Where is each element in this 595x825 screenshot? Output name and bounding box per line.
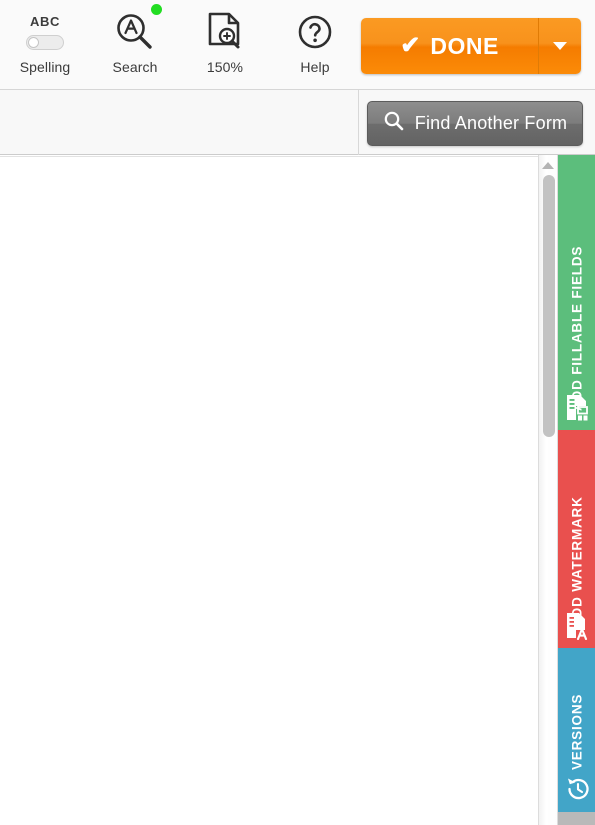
help-tool-label: Help bbox=[300, 59, 330, 75]
vertical-scrollbar[interactable] bbox=[538, 155, 558, 825]
panel-add-watermark[interactable]: ADD WATERMARK bbox=[558, 430, 595, 648]
document-zoom-icon bbox=[205, 10, 245, 54]
spelling-toggle-switch[interactable] bbox=[26, 34, 64, 50]
panel-versions-label: VERSIONS bbox=[569, 693, 584, 770]
chevron-down-icon bbox=[553, 42, 567, 50]
search-tool-button[interactable]: Search bbox=[90, 0, 180, 90]
done-button-label: DONE bbox=[430, 32, 499, 59]
document-canvas[interactable] bbox=[0, 156, 538, 825]
panel-add-watermark-label: ADD WATERMARK bbox=[569, 496, 584, 628]
zoom-level-label: 150% bbox=[206, 59, 244, 75]
main-toolbar: ABC Spelling Search 150% Help ✔ DONE bbox=[0, 0, 595, 90]
search-tool-label: Search bbox=[112, 59, 158, 75]
panel-add-fillable-fields[interactable]: ADD FILLABLE FIELDS bbox=[558, 155, 595, 430]
toggle-knob bbox=[28, 36, 39, 48]
panel-versions[interactable]: VERSIONS bbox=[558, 648, 595, 812]
editor-window: ABC Spelling Search 150% Help ✔ DONE Fin… bbox=[0, 0, 595, 825]
chevron-up-icon[interactable] bbox=[542, 162, 554, 169]
help-tool-button[interactable]: Help bbox=[270, 0, 360, 90]
find-another-form-button[interactable]: Find Another Form bbox=[367, 101, 583, 146]
panel-add-fillable-fields-label: ADD FILLABLE FIELDS bbox=[569, 245, 584, 411]
scrollbar-thumb[interactable] bbox=[543, 175, 555, 437]
abc-label: ABC bbox=[30, 13, 60, 29]
search-icon bbox=[383, 110, 405, 137]
question-circle-icon bbox=[294, 10, 336, 54]
toolbar-divider bbox=[358, 90, 359, 155]
clock-history-icon bbox=[565, 776, 589, 804]
spelling-tool-button[interactable]: ABC Spelling bbox=[0, 0, 90, 90]
panel-strip-footer bbox=[558, 812, 595, 825]
checkmark-icon: ✔ bbox=[400, 32, 421, 59]
document-letter-a-icon bbox=[565, 612, 589, 641]
zoom-tool-button[interactable]: 150% bbox=[180, 0, 270, 90]
abc-toggle-icon: ABC bbox=[26, 10, 64, 54]
find-another-form-label: Find Another Form bbox=[414, 113, 568, 133]
right-panel-strip: ADD FILLABLE FIELDS ADD WATERMARK VERSIO… bbox=[558, 155, 595, 825]
spelling-tool-label: Spelling bbox=[19, 59, 71, 75]
done-button-group: ✔ DONE bbox=[361, 18, 581, 74]
done-dropdown-button[interactable] bbox=[539, 18, 581, 74]
magnifier-a-icon bbox=[114, 10, 156, 54]
done-button[interactable]: ✔ DONE bbox=[361, 18, 539, 74]
search-status-dot bbox=[151, 4, 162, 15]
document-form-fields-icon bbox=[565, 394, 589, 422]
